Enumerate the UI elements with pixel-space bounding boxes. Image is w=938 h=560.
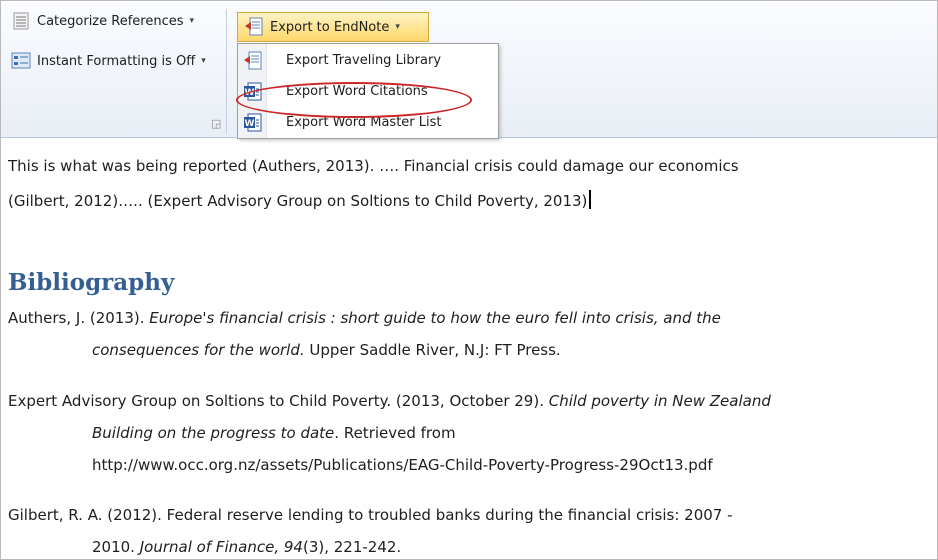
categorize-label: Categorize References [37, 13, 184, 29]
bib-title: Child poverty in New Zealand [548, 392, 771, 410]
bibliography-heading: Bibliography [8, 269, 175, 296]
bib-title: Building on the progress to date [92, 424, 335, 442]
word-doc-icon: W [243, 82, 263, 102]
group-separator [226, 9, 227, 134]
dialog-launcher-icon[interactable]: ◲ [211, 117, 221, 130]
bib-entry-line: 2010. Journal of Finance, 94(3), 221-242… [92, 534, 401, 560]
text-cursor [589, 190, 592, 209]
endnote-button-label: Export to EndNote [270, 19, 390, 35]
bib-entry-line: Gilbert, R. A. (2012). Federal reserve l… [8, 506, 733, 524]
menu-item-export-traveling-library[interactable]: Export Traveling Library [238, 46, 498, 76]
paragraph-text: (Gilbert, 2012)….. (Expert Advisory Grou… [8, 192, 588, 210]
categorize-references-button[interactable]: Categorize References ▾ [11, 11, 194, 31]
bib-text: 2010. [92, 538, 140, 556]
chevron-down-icon: ▾ [201, 56, 206, 66]
bib-entry-line: Building on the progress to date. Retrie… [92, 420, 456, 446]
bib-entry-line: consequences for the world. Upper Saddle… [92, 337, 561, 363]
paragraph-line: (Gilbert, 2012)….. (Expert Advisory Grou… [8, 188, 592, 214]
paragraph-line: This is what was being reported (Authers… [8, 157, 739, 175]
bib-title: consequences for the world. [92, 341, 305, 359]
endnote-export-icon [243, 51, 263, 71]
instant-formatting-button[interactable]: Instant Formatting is Off ▾ [11, 51, 206, 71]
svg-text:W: W [245, 119, 255, 129]
bib-text: Expert Advisory Group on Soltions to Chi… [8, 392, 549, 410]
menu-item-export-word-master-list[interactable]: W Export Word Master List [238, 108, 498, 138]
bib-entry-line: Expert Advisory Group on Soltions to Chi… [8, 388, 771, 414]
menu-item-label: Export Word Master List [286, 115, 442, 130]
endnote-export-icon [244, 17, 264, 37]
export-to-endnote-button[interactable]: Export to EndNote ▾ [237, 12, 429, 42]
bib-entry-line: Authers, J. (2013). Europe's financial c… [8, 305, 721, 331]
bib-text: Authers, J. (2013). [8, 309, 150, 327]
menu-item-label: Export Traveling Library [286, 53, 442, 68]
chevron-down-icon: ▾ [395, 22, 400, 32]
svg-text:W: W [245, 88, 255, 98]
bib-text: (3), 221-242. [302, 538, 402, 556]
list-icon [11, 11, 31, 31]
bib-journal: Journal of Finance, 94 [139, 538, 303, 556]
menu-item-export-word-citations[interactable]: W Export Word Citations [238, 77, 498, 107]
bib-text: . Retrieved from [334, 424, 456, 442]
formatting-icon [11, 51, 31, 71]
export-dropdown-menu: Export Traveling Library W Export Word C… [237, 43, 499, 139]
menu-item-label: Export Word Citations [286, 84, 428, 99]
document-body[interactable]: This is what was being reported (Authers… [0, 138, 938, 560]
bib-title: Europe's financial crisis : short guide … [149, 309, 721, 327]
formatting-label: Instant Formatting is Off [37, 53, 196, 69]
bib-url: http://www.occ.org.nz/assets/Publication… [92, 456, 713, 474]
word-doc-icon: W [243, 113, 263, 133]
bib-text: Upper Saddle River, N.J: FT Press. [304, 341, 561, 359]
chevron-down-icon: ▾ [189, 16, 195, 26]
